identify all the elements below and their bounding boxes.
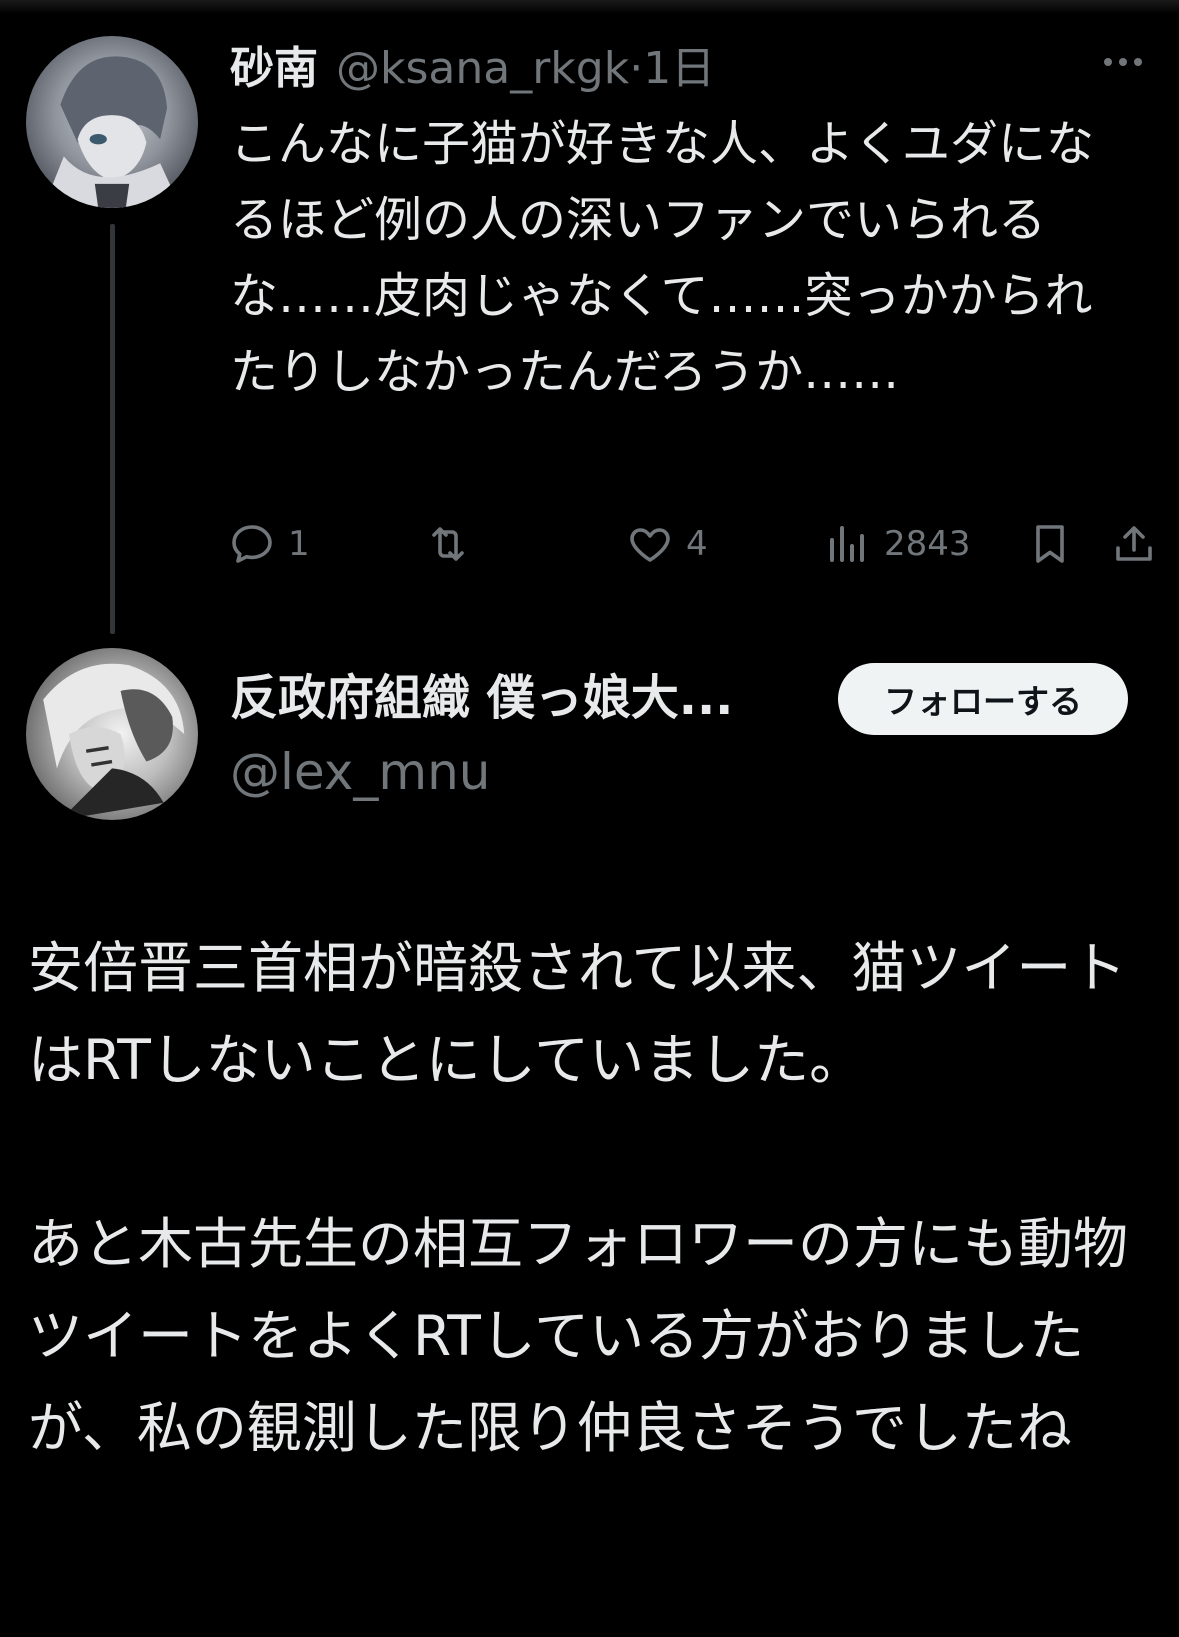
share-icon <box>1116 526 1152 561</box>
bookmark-button[interactable] <box>1026 514 1074 574</box>
parent-tweet-text: こんなに子猫が好きな人、よくユダになるほど例の人の深いファンでいられるな……皮肉… <box>230 116 1095 400</box>
like-button[interactable]: 4 <box>626 514 708 574</box>
bookmark-icon <box>1036 525 1064 563</box>
parent-tweet-header: 砂南 @ksana_rkgk·1日 <box>230 32 715 96</box>
reply-tweet-avatar[interactable] <box>26 648 198 820</box>
parent-display-name[interactable]: 砂南 <box>230 32 318 96</box>
reply-handle[interactable]: @lex_mnu <box>230 740 490 804</box>
reply-button[interactable]: 1 <box>228 514 310 574</box>
status-bar-edge <box>0 0 1179 14</box>
user-avatar-anime-character-icon <box>43 56 181 208</box>
views-button[interactable]: 2843 <box>824 514 971 574</box>
views-count: 2843 <box>884 524 971 564</box>
retweet-button[interactable] <box>424 514 484 574</box>
user-avatar-monochrome-illustration-icon <box>43 663 185 820</box>
heart-icon <box>630 528 670 562</box>
follow-button[interactable]: フォローする <box>838 663 1128 735</box>
share-button[interactable] <box>1110 514 1158 574</box>
parent-handle[interactable]: @ksana_rkgk <box>336 43 629 94</box>
reply-tweet-text: 安倍晋三首相が暗殺されて以来、猫ツイートはRTしないことにしていました。 あと木… <box>28 936 1129 1460</box>
reply-display-name[interactable]: 反政府組織 僕っ娘大... <box>230 666 810 730</box>
like-count: 4 <box>686 524 708 564</box>
parent-timestamp[interactable]: ·1日 <box>629 43 715 94</box>
more-options-icon[interactable] <box>1100 48 1146 76</box>
parent-tweet-avatar[interactable] <box>26 36 198 208</box>
thread-connector-line <box>110 224 115 634</box>
reply-count: 1 <box>288 524 310 564</box>
retweet-icon <box>432 527 464 561</box>
reply-icon <box>232 525 272 563</box>
parent-tweet-actions: 1 4 2843 <box>228 514 1158 574</box>
views-icon <box>830 526 864 562</box>
parent-handle-time: @ksana_rkgk·1日 <box>336 32 715 96</box>
